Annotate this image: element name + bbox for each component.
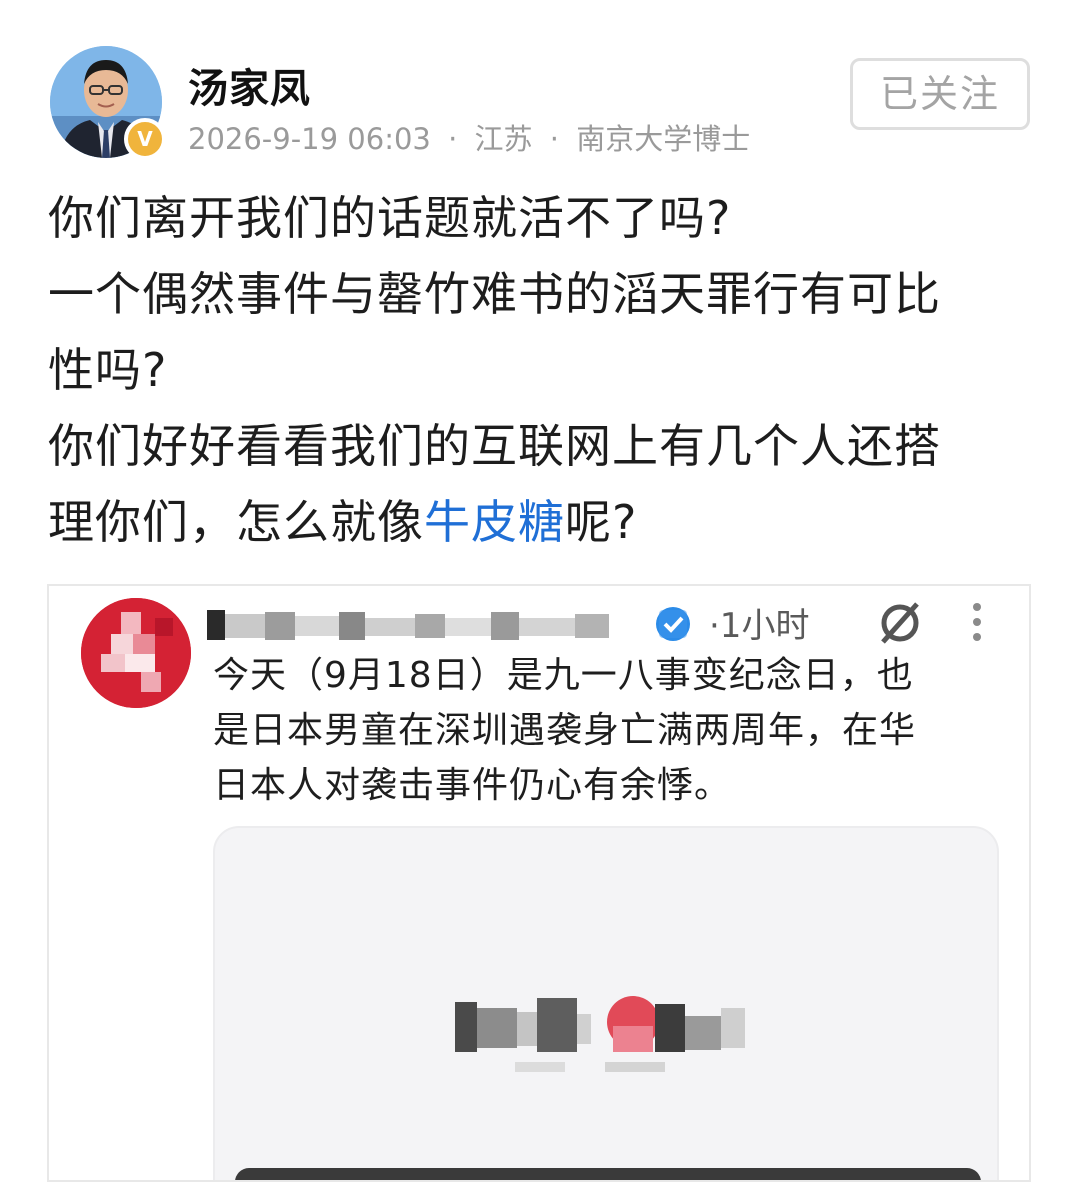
embed-text-line: 是日本男童在深圳遇袭身亡满两周年，在华 (213, 710, 917, 751)
card-bottom-bar (235, 1168, 981, 1180)
post-text-segment: 呢? (565, 495, 638, 549)
post-text-segment: 理你们，怎么就像 (48, 495, 424, 549)
follow-button[interactable]: 已关注 (850, 58, 1030, 130)
post-date: 2026-9-19 06:03 (188, 122, 431, 156)
author-location: 江苏 (474, 122, 533, 156)
post-text-line: 一个偶然事件与罄竹难书的滔天罪行有可比 (48, 267, 941, 321)
embedded-screenshot[interactable]: ·1小时 今天（9月18日）是九一八事变纪念日，也 是日本男童在深圳遇袭身亡满两… (47, 584, 1031, 1182)
topic-link[interactable]: 牛皮糖 (424, 495, 565, 549)
embed-text-line: 今天（9月18日）是九一八事变纪念日，也 (213, 655, 914, 696)
post-text-line: 你们好好看看我们的互联网上有几个人还搭 (48, 419, 941, 473)
meta-separator: · (448, 122, 458, 156)
post-detail-page: V 汤家凤 2026-9-19 06:03 · 江苏 · 南京大学博士 已关注 … (0, 0, 1080, 1195)
more-vertical-icon[interactable] (967, 600, 987, 644)
verified-v-badge: V (124, 118, 166, 160)
pixelated-logo (455, 996, 745, 1072)
embed-text-line: 日本人对袭击事件仍心有余悸。 (213, 765, 732, 806)
post-meta: 2026-9-19 06:03 · 江苏 · 南京大学博士 (188, 116, 750, 158)
embed-text: 今天（9月18日）是九一八事变纪念日，也 是日本男童在深圳遇袭身亡满两周年，在华… (213, 648, 1003, 813)
post-body: 你们离开我们的话题就活不了吗? 一个偶然事件与罄竹难书的滔天罪行有可比 性吗? … (48, 180, 1038, 560)
author-title: 南京大学博士 (576, 122, 751, 156)
embed-timestamp: ·1小时 (709, 606, 810, 646)
author-name[interactable]: 汤家凤 (188, 56, 311, 114)
embed-image-card[interactable] (213, 826, 999, 1180)
verified-check-icon (656, 607, 690, 641)
mute-icon[interactable] (875, 598, 925, 648)
post-text-line: 性吗? (48, 343, 168, 397)
meta-separator: · (549, 122, 559, 156)
pixelated-username (207, 610, 609, 640)
post-text-line: 你们离开我们的话题就活不了吗? (48, 191, 732, 245)
post-text-line-last: 理你们，怎么就像牛皮糖呢? (48, 484, 1038, 560)
embed-pixelated-avatar (81, 598, 191, 708)
